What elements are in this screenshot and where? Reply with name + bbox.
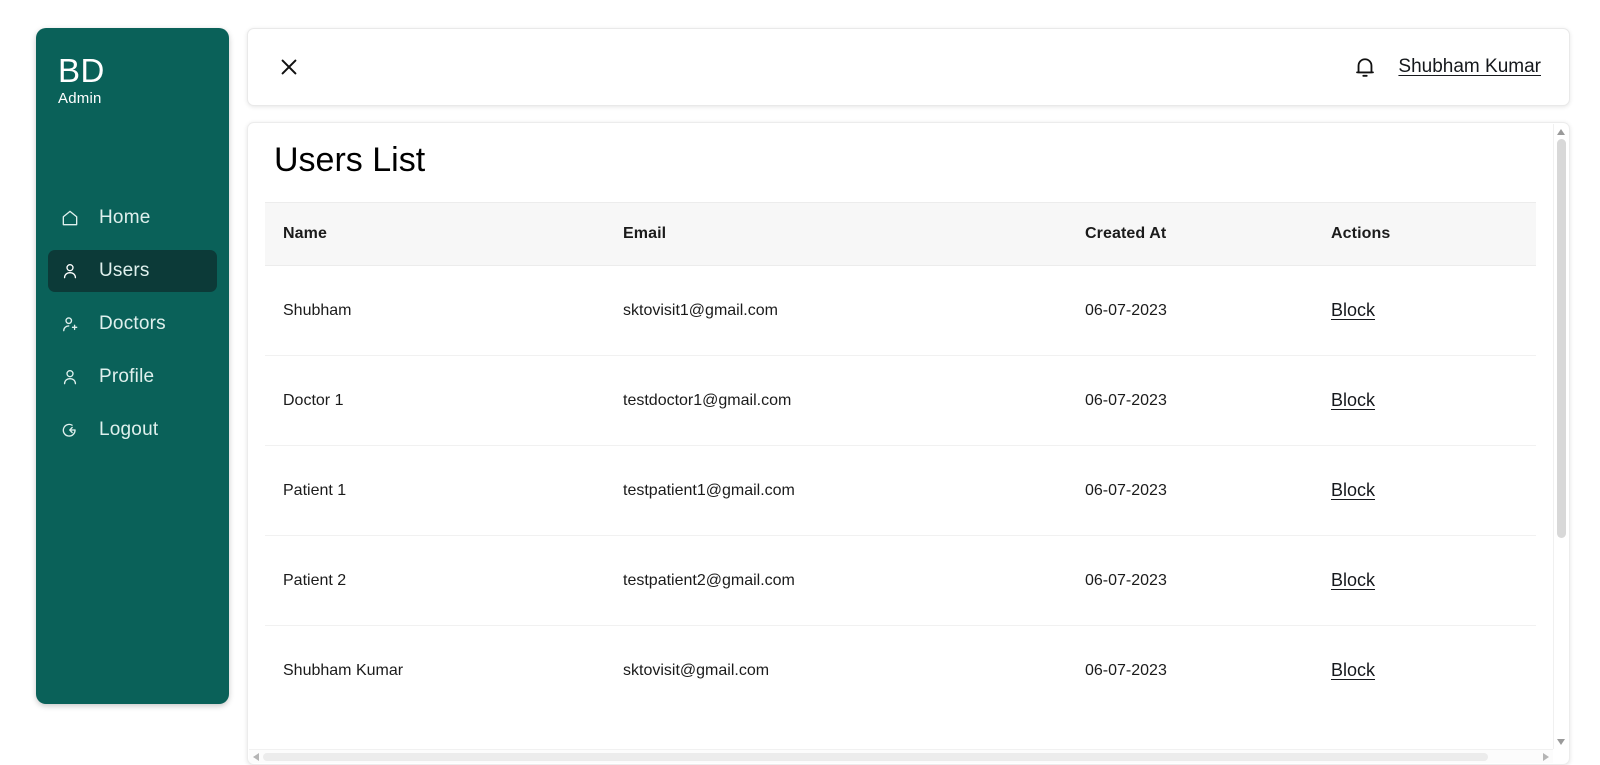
users-table-head: Name Email Created At Actions [265,202,1536,266]
column-header-name[interactable]: Name [265,202,605,266]
block-button[interactable]: Block [1331,480,1375,500]
cell-created-at: 06-07-2023 [1067,265,1313,356]
table-row: Shubham Kumar sktovisit@gmail.com 06-07-… [265,626,1536,716]
page-title: Users List [274,141,426,179]
table-row: Patient 2 testpatient2@gmail.com 06-07-2… [265,535,1536,626]
brand-logo: BD Admin [36,54,229,107]
main-column: Shubham Kumar Users List Name Email Crea… [247,28,1570,765]
doctor-icon [60,314,80,334]
home-icon [60,208,80,228]
app-root: BD Admin Home Users Doctors Profile Logo… [0,0,1600,765]
sidebar-item-home[interactable]: Home [48,197,217,239]
table-row: Shubham sktovisit1@gmail.com 06-07-2023 … [265,265,1536,356]
horizontal-scrollbar-thumb[interactable] [263,752,1488,761]
cell-actions: Block [1313,626,1536,716]
sidebar-item-doctors[interactable]: Doctors [48,303,217,345]
column-header-actions[interactable]: Actions [1313,202,1536,266]
sidebar-item-label: Logout [99,419,159,440]
horizontal-scrollbar[interactable] [249,749,1553,763]
block-button[interactable]: Block [1331,390,1375,410]
brand-title: BD [58,52,105,89]
table-row: Patient 1 testpatient1@gmail.com 06-07-2… [265,445,1536,536]
table-row: Doctor 1 testdoctor1@gmail.com 06-07-202… [265,355,1536,446]
cell-created-at: 06-07-2023 [1067,535,1313,626]
cell-email: testpatient1@gmail.com [605,445,1067,536]
block-button[interactable]: Block [1331,300,1375,320]
cell-name: Patient 1 [265,445,605,536]
vertical-scrollbar-thumb[interactable] [1556,139,1566,538]
block-button[interactable]: Block [1331,660,1375,680]
cell-email: sktovisit@gmail.com [623,661,770,679]
scroll-down-arrow-icon[interactable] [1554,734,1569,749]
users-table: Name Email Created At Actions Shubham sk… [265,202,1536,716]
users-table-body: Shubham sktovisit1@gmail.com 06-07-2023 … [265,265,1536,716]
sidebar-item-label: Home [99,207,151,228]
sidebar-item-profile[interactable]: Profile [48,356,217,398]
cell-actions: Block [1313,445,1536,536]
scroll-left-arrow-icon[interactable] [249,750,263,764]
user-profile-link[interactable]: Shubham Kumar [1398,56,1541,78]
vertical-scrollbar[interactable] [1553,124,1568,749]
cell-name: Doctor 1 [265,355,605,446]
scroll-right-arrow-icon[interactable] [1539,750,1553,764]
cell-email: testpatient2@gmail.com [605,535,1067,626]
users-card-scroll-area: Users List Name Email Created At Actions… [248,123,1553,750]
cell-email: testdoctor1@gmail.com [605,355,1067,446]
sidebar-item-label: Doctors [99,313,166,334]
column-header-email[interactable]: Email [605,202,1067,266]
cell-actions: Block [1313,355,1536,446]
sidebar-nav: Home Users Doctors Profile Logout [36,197,229,451]
cell-created-at: 06-07-2023 [1085,661,1167,679]
cell-email: sktovisit1@gmail.com [605,265,1067,356]
sidebar-item-logout[interactable]: Logout [48,409,217,451]
user-icon [60,261,80,281]
horizontal-scrollbar-track[interactable] [263,750,1539,764]
bell-icon[interactable] [1350,51,1380,83]
block-button[interactable]: Block [1331,570,1375,590]
brand-subtitle: Admin [58,90,102,107]
cell-name: Shubham [265,265,605,356]
profile-icon [60,367,80,387]
table-header-row: Name Email Created At Actions [265,202,1536,266]
cell-name: Patient 2 [265,535,605,626]
cell-actions: Block [1313,265,1536,356]
cell-name: Shubham Kumar [283,661,404,679]
scroll-up-arrow-icon[interactable] [1554,124,1569,139]
cell-actions: Block [1313,535,1536,626]
vertical-scrollbar-track[interactable] [1554,139,1569,734]
topbar-right: Shubham Kumar [1350,51,1541,83]
topbar: Shubham Kumar [247,28,1570,106]
cell-created-at: 06-07-2023 [1067,445,1313,536]
logout-icon [60,420,80,440]
column-header-created-at[interactable]: Created At [1067,202,1313,266]
close-icon[interactable] [274,52,304,82]
sidebar: BD Admin Home Users Doctors Profile Logo… [36,28,229,704]
sidebar-item-label: Users [99,260,150,281]
sidebar-item-users[interactable]: Users [48,250,217,292]
users-card: Users List Name Email Created At Actions… [247,122,1570,765]
sidebar-item-label: Profile [99,366,155,387]
cell-created-at: 06-07-2023 [1067,355,1313,446]
